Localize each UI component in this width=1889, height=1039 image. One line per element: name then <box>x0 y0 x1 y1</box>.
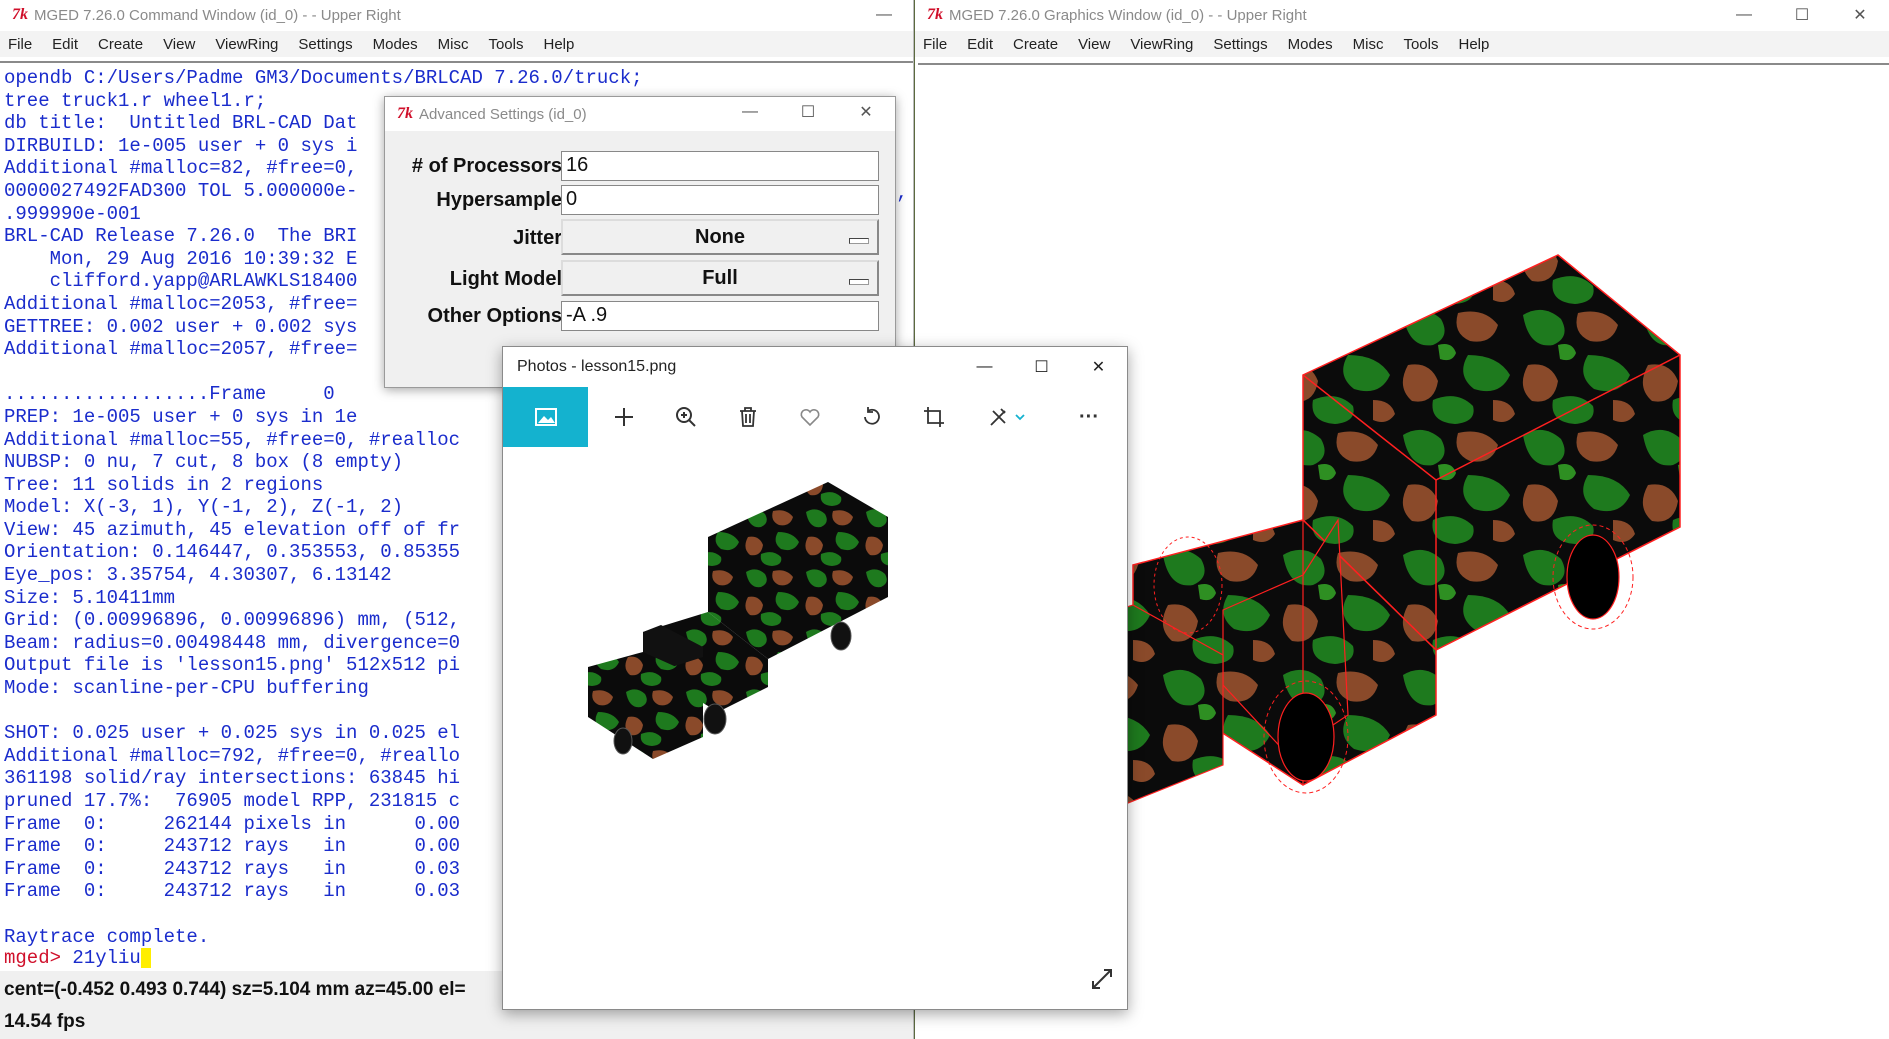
menu-view[interactable]: View <box>153 36 205 53</box>
hypersample-input[interactable]: 0 <box>561 185 879 215</box>
light-model-row: Light Model Full <box>385 260 895 296</box>
tk-logo-icon: 7k <box>397 105 413 122</box>
menu-settings[interactable]: Settings <box>288 36 362 53</box>
photos-window: Photos - lesson15.png — ☐ ✕ ··· <box>502 346 1128 1010</box>
menu-view[interactable]: View <box>1068 36 1120 53</box>
hypersample-label: Hypersample <box>436 189 562 211</box>
advanced-settings-titlebar[interactable]: 7k Advanced Settings (id_0) — ☐ ✕ <box>385 97 895 131</box>
maximize-button[interactable]: ☐ <box>779 97 837 127</box>
graphics-window-titlebar[interactable]: 7k MGED 7.26.0 Graphics Window (id_0) - … <box>915 0 1889 30</box>
menu-viewring[interactable]: ViewRing <box>1120 36 1203 53</box>
menu-create[interactable]: Create <box>1003 36 1068 53</box>
console-line: opendb C:/Users/Padme GM3/Documents/BRLC… <box>4 67 643 89</box>
menu-tools[interactable]: Tools <box>1393 36 1448 53</box>
menu-create[interactable]: Create <box>88 36 153 53</box>
menu-misc[interactable]: Misc <box>428 36 479 53</box>
photos-titlebar[interactable]: Photos - lesson15.png — ☐ ✕ <box>503 347 1127 387</box>
menu-help[interactable]: Help <box>534 36 585 53</box>
menu-settings[interactable]: Settings <box>1203 36 1277 53</box>
menu-edit[interactable]: Edit <box>42 36 88 53</box>
dropdown-indicator-icon <box>849 238 869 244</box>
more-icon[interactable]: ··· <box>1058 387 1120 447</box>
status-fps: 14.54 fps <box>4 1011 86 1032</box>
menu-modes[interactable]: Modes <box>363 36 428 53</box>
tk-logo-icon: 7k <box>12 6 28 23</box>
light-model-select[interactable]: Full <box>561 260 879 296</box>
truck-render-small <box>588 482 888 759</box>
minimize-button[interactable]: — <box>956 347 1013 387</box>
maximize-button[interactable]: ☐ <box>1773 0 1831 30</box>
menu-help[interactable]: Help <box>1449 36 1500 53</box>
menu-tools[interactable]: Tools <box>478 36 533 53</box>
jitter-value: None <box>695 226 745 248</box>
tk-logo-icon: 7k <box>927 6 943 23</box>
light-model-label: Light Model <box>449 268 562 290</box>
minimize-button[interactable]: — <box>721 97 779 127</box>
favorite-icon[interactable] <box>779 387 841 447</box>
processors-row: # of Processors 16 <box>385 149 895 183</box>
zoom-icon[interactable] <box>655 387 717 447</box>
menu-misc[interactable]: Misc <box>1343 36 1394 53</box>
close-button[interactable]: ✕ <box>837 97 895 127</box>
close-button[interactable]: ✕ <box>1070 347 1127 387</box>
menu-edit[interactable]: Edit <box>957 36 1003 53</box>
jitter-row: Jitter None <box>385 219 895 255</box>
photo-image-area[interactable] <box>503 447 1127 1009</box>
minimize-button[interactable]: — <box>1715 0 1773 30</box>
edit-icon[interactable] <box>968 387 1048 447</box>
graphics-menubar: File Edit Create View ViewRing Settings … <box>915 31 1889 57</box>
command-input[interactable]: 21yliu <box>61 947 140 969</box>
minimize-button[interactable]: — <box>855 0 913 30</box>
jitter-label: Jitter <box>513 227 562 249</box>
dropdown-indicator-icon <box>849 279 869 285</box>
other-options-input[interactable]: -A .9 <box>561 301 879 331</box>
fullscreen-icon[interactable] <box>1091 968 1113 995</box>
command-prompt-line[interactable]: mged> 21yliu <box>4 947 151 969</box>
status-view-params: cent=(-0.452 0.493 0.744) sz=5.104 mm az… <box>4 979 466 1000</box>
close-button[interactable]: ✕ <box>1831 0 1889 30</box>
menu-file[interactable]: File <box>915 36 957 53</box>
prompt-label: mged> <box>4 947 62 969</box>
hypersample-row: Hypersample 0 <box>385 183 895 217</box>
command-window-title: MGED 7.26.0 Command Window (id_0) - - Up… <box>34 6 401 24</box>
rotate-icon[interactable] <box>841 387 903 447</box>
processors-label: # of Processors <box>411 155 562 177</box>
menu-file[interactable]: File <box>0 36 42 53</box>
command-menubar: File Edit Create View ViewRing Settings … <box>0 31 913 57</box>
graphics-window-title: MGED 7.26.0 Graphics Window (id_0) - - U… <box>949 6 1307 24</box>
view-image-icon[interactable] <box>503 387 588 447</box>
jitter-select[interactable]: None <box>561 219 879 255</box>
menu-viewring[interactable]: ViewRing <box>205 36 288 53</box>
add-icon[interactable] <box>593 387 655 447</box>
maximize-button[interactable]: ☐ <box>1013 347 1070 387</box>
light-model-value: Full <box>702 267 738 289</box>
command-window-titlebar[interactable]: 7k MGED 7.26.0 Command Window (id_0) - -… <box>0 0 913 30</box>
photos-title: Photos - lesson15.png <box>517 358 677 375</box>
advanced-settings-title: Advanced Settings (id_0) <box>419 105 587 123</box>
crop-icon[interactable] <box>903 387 965 447</box>
delete-icon[interactable] <box>717 387 779 447</box>
other-options-row: Other Options -A .9 <box>385 299 895 333</box>
menu-modes[interactable]: Modes <box>1278 36 1343 53</box>
advanced-settings-dialog: 7k Advanced Settings (id_0) — ☐ ✕ # of P… <box>384 96 896 388</box>
text-cursor <box>140 947 151 968</box>
other-options-label: Other Options <box>427 305 562 327</box>
processors-input[interactable]: 16 <box>561 151 879 181</box>
